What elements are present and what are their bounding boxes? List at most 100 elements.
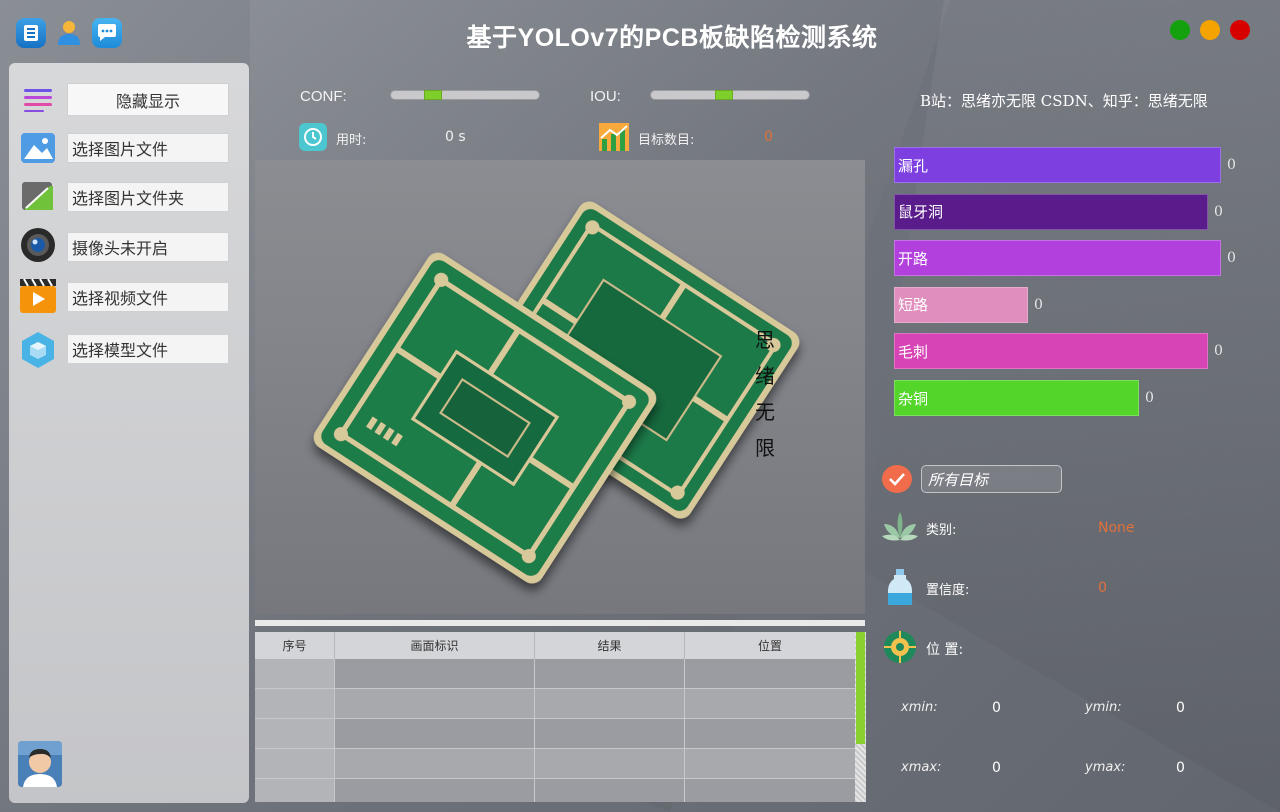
app-title: 基于YOLOv7的PCB板缺陷检测系统 (466, 24, 878, 52)
target-count-value: 0 (764, 129, 773, 145)
defect-bar-label: 毛刺 (898, 342, 929, 361)
table-scrollbar[interactable] (855, 632, 866, 802)
xmin-label: xmin: (901, 700, 938, 715)
sidebar-item-model[interactable] (19, 331, 57, 369)
sidebar-item-video[interactable] (19, 277, 57, 315)
select-video-button[interactable]: 选择视频文件 (67, 282, 229, 312)
camera-icon (19, 226, 57, 264)
model-icon (19, 331, 57, 369)
defect-bar-row: 短路 0 (894, 286, 1043, 323)
check-icon[interactable] (882, 465, 912, 493)
window-controls (1170, 20, 1250, 40)
xmax-label: xmax: (901, 760, 942, 775)
author-info: B站：思绪亦无限 CSDN、知乎：思绪无限 (920, 92, 1208, 110)
defect-bar-count: 0 (1145, 390, 1154, 406)
sidebar-item-camera[interactable] (19, 226, 57, 264)
defect-bar-row: 开路 0 (894, 240, 1236, 277)
select-model-button[interactable]: 选择模型文件 (67, 334, 229, 364)
bottle-icon (886, 567, 914, 611)
conf-slider[interactable] (390, 90, 540, 100)
ymax-label: ymax: (1085, 760, 1126, 775)
table-header: 序号 画面标识 结果 位置 (255, 632, 855, 659)
iou-label: IOU: (590, 88, 621, 105)
panel-separator (255, 620, 865, 626)
sidebar-item-image[interactable] (19, 129, 57, 167)
defect-bar-row: 杂铜 0 (894, 380, 1154, 416)
iou-slider-handle[interactable] (715, 90, 733, 100)
defect-bar: 杂铜 (894, 380, 1139, 416)
conf-slider-handle[interactable] (424, 90, 442, 100)
defect-bar: 短路 (894, 286, 1028, 323)
select-image-button[interactable]: 选择图片文件 (67, 133, 229, 163)
table-row[interactable] (255, 659, 855, 689)
defect-bar: 开路 (894, 240, 1221, 277)
defect-bar-label: 鼠牙洞 (898, 203, 944, 222)
time-label: 用时: (336, 133, 367, 148)
video-icon (19, 277, 57, 315)
close-button[interactable] (1230, 20, 1250, 40)
ymax-value: 0 (1176, 760, 1185, 776)
image-icon (19, 129, 57, 167)
confidence-label: 置信度: (926, 583, 970, 598)
watermark: 思 绪 无 限 (753, 322, 777, 466)
image-display: 思 绪 无 限 (255, 160, 865, 614)
defect-bar: 鼠牙洞 (894, 193, 1208, 230)
table-row[interactable] (255, 689, 855, 719)
minimize-button[interactable] (1200, 20, 1220, 40)
iou-slider[interactable] (650, 90, 810, 100)
avatar[interactable] (18, 741, 62, 787)
column-header-result[interactable]: 结果 (535, 632, 685, 659)
clock-icon (299, 123, 327, 151)
defect-bar-count: 0 (1227, 250, 1236, 267)
target-filter-select[interactable]: 所有目标 (921, 465, 1062, 493)
position-label: 位 置: (926, 642, 964, 658)
watermark-char: 绪 (755, 364, 775, 388)
xmax-value: 0 (992, 760, 1001, 776)
defect-bar-count: 0 (1034, 296, 1043, 313)
ymin-value: 0 (1176, 700, 1185, 716)
sidebar-item-folder[interactable] (19, 177, 57, 215)
folder-icon (19, 177, 57, 215)
time-value: 0 s (445, 129, 466, 145)
xmin-value: 0 (992, 700, 1001, 716)
camera-button[interactable]: 摄像头未开启 (67, 232, 229, 262)
table-row[interactable] (255, 779, 855, 802)
column-header-frame[interactable]: 画面标识 (335, 632, 535, 659)
defect-bar-count: 0 (1227, 157, 1236, 173)
watermark-char: 思 (755, 328, 775, 352)
class-label: 类别: (926, 523, 957, 538)
defect-bar: 漏孔 (894, 147, 1221, 183)
defect-bar-row: 毛刺 0 (894, 333, 1223, 370)
chart-icon (598, 122, 630, 152)
conf-label: CONF: (300, 88, 347, 105)
target-count-label: 目标数目: (638, 133, 695, 148)
menu-icon[interactable] (19, 81, 57, 119)
maximize-button[interactable] (1170, 20, 1190, 40)
defect-bar-label: 杂铜 (898, 389, 929, 408)
class-value: None (1098, 520, 1135, 536)
table-row[interactable] (255, 719, 855, 749)
results-table[interactable]: 序号 画面标识 结果 位置 (255, 632, 866, 802)
watermark-char: 限 (755, 436, 775, 460)
leaf-icon (880, 508, 920, 552)
select-folder-button[interactable]: 选择图片文件夹 (67, 182, 229, 212)
defect-bar-count: 0 (1214, 203, 1223, 220)
defect-bar-row: 鼠牙洞 0 (894, 193, 1223, 230)
sidebar: 隐藏显示 选择图片文件 选择图片文件夹 摄像头未开启 选择视频文件 选择模型文件 (9, 63, 249, 803)
table-scrollbar-thumb[interactable] (856, 632, 865, 744)
defect-bar: 毛刺 (894, 333, 1208, 370)
table-row[interactable] (255, 749, 855, 779)
sidebar-toggle-row (19, 81, 57, 119)
defect-bar-label: 漏孔 (898, 156, 929, 175)
defect-bar-count: 0 (1214, 343, 1223, 360)
ymin-label: ymin: (1085, 700, 1122, 715)
confidence-value: 0 (1098, 580, 1107, 596)
column-header-index[interactable]: 序号 (255, 632, 335, 659)
defect-bar-row: 漏孔 0 (894, 147, 1236, 183)
column-header-position[interactable]: 位置 (685, 632, 855, 659)
defect-bar-label: 短路 (898, 296, 929, 315)
position-icon (883, 630, 917, 668)
defect-bar-label: 开路 (898, 249, 929, 268)
watermark-char: 无 (755, 400, 775, 424)
toggle-display-button[interactable]: 隐藏显示 (67, 83, 229, 116)
